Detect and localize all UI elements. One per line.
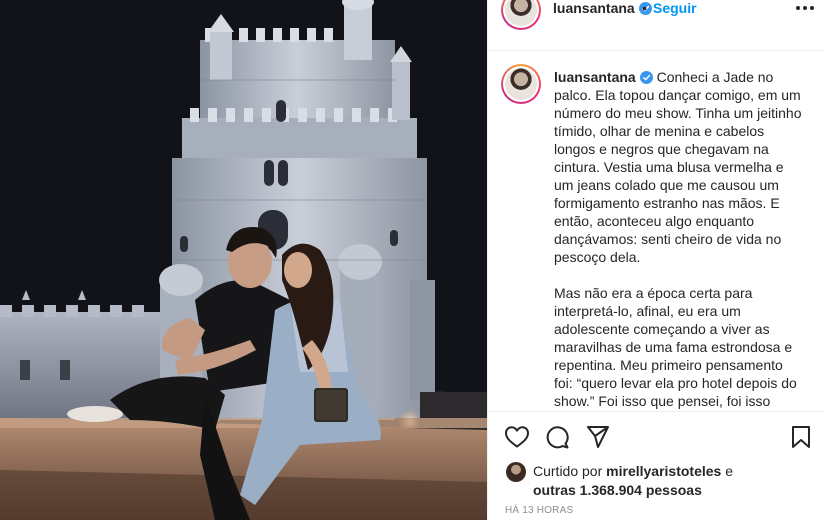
caption-author-avatar[interactable] bbox=[501, 64, 541, 104]
caption-area: luansantana Conheci a Jade no palco. Ela… bbox=[488, 50, 825, 410]
follow-button[interactable]: Seguir bbox=[653, 0, 697, 16]
caption-username[interactable]: luansantana bbox=[554, 69, 653, 85]
header-separator: • bbox=[642, 0, 647, 16]
comment-icon[interactable] bbox=[544, 425, 570, 449]
caption-paragraph-2: Mas não era a época certa para interpret… bbox=[554, 285, 797, 409]
author-avatar[interactable] bbox=[501, 0, 541, 30]
post-photo[interactable] bbox=[0, 0, 487, 520]
author-username-text[interactable]: luansantana bbox=[553, 0, 635, 16]
caption-divider bbox=[488, 411, 825, 412]
likes-line-2: outras 1.368.904 pessoas bbox=[533, 482, 702, 498]
liked-by-username[interactable]: mirellyaristoteles bbox=[606, 463, 721, 479]
caption-author-avatar-ring bbox=[503, 66, 539, 102]
post-caption: luansantana Conheci a Jade no palco. Ela… bbox=[554, 68, 804, 410]
paper-plane-icon[interactable] bbox=[585, 425, 611, 449]
caption-author-avatar-image bbox=[505, 68, 537, 100]
likes-prefix: Curtido por bbox=[533, 463, 603, 479]
likes-summary: Curtido por mirellyaristoteles e outras … bbox=[488, 460, 825, 500]
likes-conjunction: e bbox=[725, 463, 734, 479]
post-header: luansantana • Seguir bbox=[488, 0, 825, 30]
post-actions bbox=[488, 425, 825, 457]
post-photo-image bbox=[0, 0, 487, 520]
post-timestamp[interactable]: HÁ 13 HORAS bbox=[505, 505, 573, 516]
post-sidebar: luansantana • Seguir luansantana Conheci… bbox=[487, 0, 825, 520]
author-avatar-ring bbox=[503, 0, 539, 28]
bookmark-icon[interactable] bbox=[790, 425, 812, 449]
likes-count-link[interactable]: outras 1.368.904 pessoas bbox=[533, 482, 702, 498]
heart-icon[interactable] bbox=[504, 425, 530, 449]
caption-username-text[interactable]: luansantana bbox=[554, 69, 636, 85]
liker-avatar[interactable] bbox=[506, 462, 526, 482]
author-avatar-image bbox=[505, 0, 537, 26]
more-options-icon[interactable] bbox=[796, 2, 814, 14]
caption-paragraph-1: Conheci a Jade no palco. Ela topou dança… bbox=[554, 69, 802, 265]
author-username[interactable]: luansantana bbox=[553, 0, 652, 16]
likes-line-1: Curtido por mirellyaristoteles e bbox=[533, 463, 733, 479]
verified-badge-icon bbox=[639, 71, 653, 84]
